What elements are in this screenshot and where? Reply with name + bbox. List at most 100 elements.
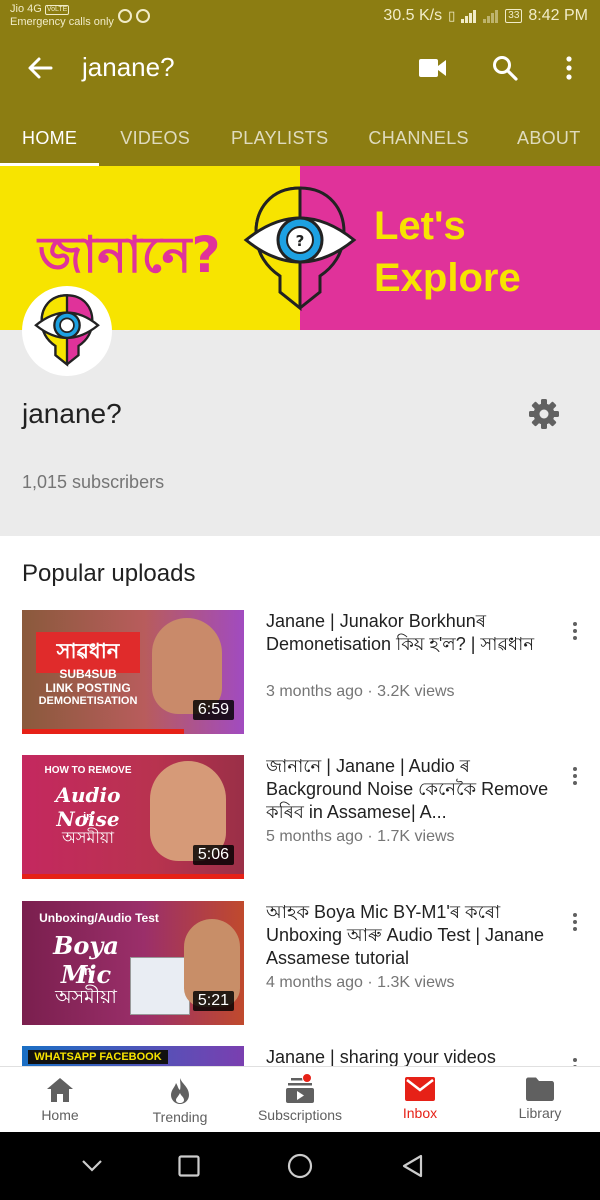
status-notification-icons <box>118 9 150 23</box>
channel-logo-icon <box>34 294 100 367</box>
avatar[interactable] <box>22 286 112 376</box>
video-duration: 5:21 <box>192 991 234 1011</box>
thumb-text-line: in <box>83 811 93 823</box>
thumb-text-line: Audio Noise <box>55 783 121 831</box>
thumb-text-line: Unboxing/Audio Test <box>39 911 159 925</box>
status-bar: Jio 4G VoLTE Emergency calls only 30.5 K… <box>0 0 600 34</box>
video-thumbnail[interactable]: সাৱধান SUB4SUB LINK POSTING DEMONETISATI… <box>22 610 244 734</box>
video-item[interactable]: সাৱধান SUB4SUB LINK POSTING DEMONETISATI… <box>0 610 600 734</box>
triangle-back-icon <box>402 1154 423 1178</box>
signal-2-icon <box>483 9 499 23</box>
clock: 8:42 PM <box>528 7 588 24</box>
banner-tagline-line1: Let's <box>374 204 466 248</box>
nav-trending[interactable]: Trending <box>120 1067 240 1132</box>
banner-tagline-line2: Explore <box>374 256 521 300</box>
upload-video-button[interactable] <box>413 48 453 88</box>
eye-logo-icon: ? <box>243 186 357 312</box>
volte-badge: VoLTE <box>44 5 70 15</box>
back-button[interactable] <box>20 50 60 86</box>
recents-button[interactable] <box>175 1152 203 1180</box>
video-more-button[interactable] <box>562 1052 588 1066</box>
watch-progress-bar <box>22 729 185 734</box>
home-system-button[interactable] <box>286 1152 314 1180</box>
thumb-text-line: HOW TO REMOVE <box>44 765 132 776</box>
nav-subscriptions[interactable]: Subscriptions <box>240 1067 360 1132</box>
tab-playlists[interactable]: PLAYLISTS <box>211 110 348 166</box>
video-duration: 6:59 <box>192 700 234 720</box>
video-camera-icon <box>419 59 446 77</box>
arrow-left-icon <box>28 57 53 79</box>
chevron-down-icon <box>82 1160 102 1172</box>
banner-tagline: Let's Explore <box>374 200 521 304</box>
video-duration: 5:06 <box>192 845 234 865</box>
video-title: আহক Boya Mic BY-M1'ৰ কৰো Unboxing আৰু Au… <box>266 902 545 968</box>
bottom-navigation: Home Trending Subscriptions Inbox Librar… <box>0 1066 600 1132</box>
subscriber-count: 1,015 subscribers <box>22 472 165 492</box>
thumb-text-line: SUB4SUB <box>59 667 117 681</box>
whatsapp-icon <box>118 9 132 23</box>
channel-name: janane? <box>22 398 122 429</box>
back-system-button[interactable] <box>398 1152 426 1180</box>
channel-settings-button[interactable] <box>526 396 562 432</box>
section-title: Popular uploads <box>22 560 196 587</box>
nav-inbox[interactable]: Inbox <box>360 1067 480 1132</box>
battery-icon: 33 <box>505 9 523 23</box>
video-more-button[interactable] <box>562 907 588 937</box>
video-item[interactable]: WHATSAPP FACEBOOK Janane | sharing your … <box>0 1046 600 1066</box>
status-carrier-block: Jio 4G VoLTE Emergency calls only <box>10 3 114 29</box>
circle-icon <box>287 1153 313 1179</box>
net-speed: 30.5 K/s <box>383 7 443 24</box>
mail-icon <box>405 1077 435 1101</box>
video-more-button[interactable] <box>562 761 588 791</box>
system-navigation-bar <box>0 1132 600 1200</box>
home-icon <box>47 1078 73 1102</box>
video-title: জানানে | Janane | Audio ৰ Background Noi… <box>266 756 549 822</box>
emergency-label: Emergency calls only <box>10 16 114 28</box>
hide-nav-button[interactable] <box>78 1152 106 1180</box>
nav-label: Inbox <box>402 1105 438 1121</box>
square-icon <box>178 1155 200 1177</box>
thumb-text-line: অসমীয়া <box>55 986 117 1008</box>
video-more-button[interactable] <box>562 616 588 646</box>
nav-label: Subscriptions <box>257 1107 343 1123</box>
nav-library[interactable]: Library <box>480 1067 600 1132</box>
tab-about[interactable]: ABOUT <box>489 110 600 166</box>
nav-label: Trending <box>152 1109 208 1125</box>
search-button[interactable] <box>485 48 525 88</box>
video-thumbnail[interactable]: Unboxing/Audio Test Boya Mic in অসমীয়া … <box>22 901 244 1025</box>
thumb-product-box <box>130 957 190 1015</box>
vibrate-icon: ▯ <box>448 8 456 23</box>
signal-icon <box>461 9 477 23</box>
video-meta: 5 months ago · 1.7K views <box>266 828 455 845</box>
thumb-text-line: LINK POSTING <box>45 681 131 695</box>
video-title: Janane | Junakor Borkhunৰ Demonetisation… <box>266 611 535 654</box>
carrier-label: Jio 4G <box>10 3 42 15</box>
video-meta: 3 months ago · 3.2K views <box>266 683 455 700</box>
app-bar: janane? HOME VIDEOS PLAYLISTS CHANNELS A… <box>0 34 600 166</box>
thumb-text-line: Boya Mic <box>53 931 119 989</box>
nav-label: Home <box>41 1107 79 1123</box>
more-options-button[interactable] <box>549 48 589 88</box>
video-thumbnail[interactable]: WHATSAPP FACEBOOK <box>22 1046 244 1066</box>
video-item[interactable]: HOW TO REMOVE Audio Noise in অসমীয়া 5:0… <box>0 755 600 879</box>
video-meta: 4 months ago · 1.3K views <box>266 974 455 991</box>
voice-icon <box>136 9 150 23</box>
flame-icon <box>171 1078 189 1104</box>
thumb-text-line: অসমীয়া <box>62 828 114 847</box>
video-item[interactable]: Unboxing/Audio Test Boya Mic in অসমীয়া … <box>0 901 600 1025</box>
video-thumbnail[interactable]: HOW TO REMOVE Audio Noise in অসমীয়া 5:0… <box>22 755 244 879</box>
tab-channels[interactable]: CHANNELS <box>348 110 489 166</box>
channel-tabs: HOME VIDEOS PLAYLISTS CHANNELS ABOUT <box>0 110 600 166</box>
page-title: janane? <box>82 52 175 82</box>
nav-home[interactable]: Home <box>0 1067 120 1132</box>
video-title: Janane | sharing your videos <box>266 1047 496 1066</box>
nav-label: Library <box>518 1105 562 1121</box>
folder-icon <box>526 1077 554 1101</box>
svg-text:?: ? <box>296 232 305 250</box>
thumb-text-line: DEMONETISATION <box>38 695 138 707</box>
watch-progress-bar <box>22 874 244 879</box>
tab-home[interactable]: HOME <box>0 110 100 166</box>
thumb-text-line: in <box>80 963 92 978</box>
tab-videos[interactable]: VIDEOS <box>99 110 211 166</box>
thumb-text-line: WHATSAPP FACEBOOK <box>28 1050 168 1064</box>
